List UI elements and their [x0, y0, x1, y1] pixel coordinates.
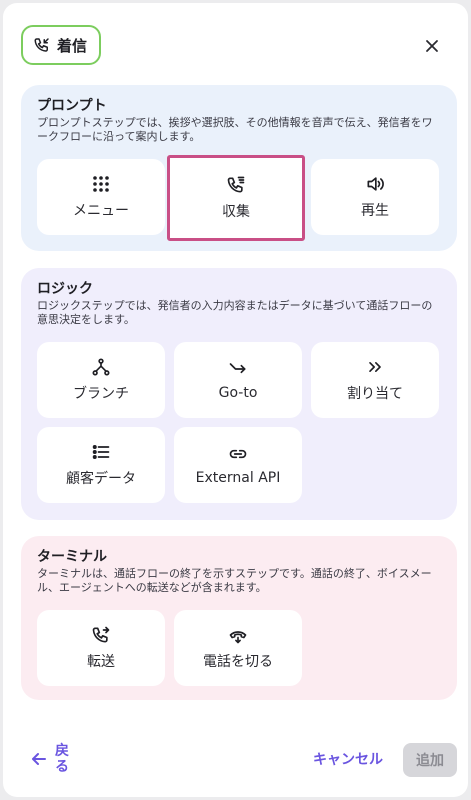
cancel-button[interactable]: キャンセル	[313, 749, 383, 769]
phone-collect-icon	[227, 176, 245, 193]
close-icon	[426, 40, 438, 52]
tile-branch[interactable]: ブランチ	[37, 342, 165, 418]
chip-label: 着信	[57, 36, 88, 55]
tile-label: Go-to	[218, 385, 258, 401]
logic-description: ロジックステップでは、発信者の入力内容またはデータに基づいて通話フローの意思決定…	[37, 299, 433, 326]
grid-dots-icon	[93, 176, 109, 192]
tile-goto[interactable]: Go-to	[174, 342, 302, 418]
prompt-section: プロンプト プロンプトステップでは、挨拶や選択肢、その他情報を音声で伝え、発信者…	[21, 85, 457, 251]
tile-label: ブランチ	[73, 386, 129, 402]
list-icon	[92, 444, 110, 460]
terminal-description: ターミナルは、通話フローの終了を示すステップです。通話の終了、ボイスメール、エー…	[37, 567, 432, 594]
speaker-icon	[367, 177, 384, 191]
double-chevron-right-icon	[369, 362, 381, 372]
tile-label: 電話を切る	[203, 654, 273, 670]
hang-up-icon	[229, 631, 247, 644]
logic-section: ロジック ロジックステップでは、発信者の入力内容またはデータに基づいて通話フロー…	[21, 268, 457, 520]
prompt-description: プロンプトステップでは、挨拶や選択肢、その他情報を音声で伝え、発信者をワークフロ…	[37, 116, 433, 143]
close-button[interactable]	[419, 33, 445, 59]
tile-label: 収集	[222, 204, 250, 220]
back-label: 戻る	[55, 743, 69, 775]
tile-label: 割り当て	[347, 386, 403, 402]
tile-label: External API	[195, 470, 281, 486]
terminal-title: ターミナル	[37, 549, 107, 565]
tile-play[interactable]: 再生	[311, 159, 439, 235]
arrow-left-icon	[32, 753, 46, 765]
tile-assign[interactable]: 割り当て	[311, 342, 439, 418]
phone-transfer-icon	[92, 626, 110, 643]
tile-collect[interactable]: 収集	[167, 155, 305, 241]
tile-label: 転送	[87, 654, 115, 670]
add-button[interactable]: 追加	[403, 743, 457, 777]
prompt-title: プロンプト	[37, 98, 107, 114]
back-button[interactable]: 戻る	[31, 743, 73, 775]
tile-external-api[interactable]: External API	[174, 427, 302, 503]
tile-hang-up[interactable]: 電話を切る	[174, 610, 302, 686]
logic-title: ロジック	[37, 281, 93, 297]
tile-label: 再生	[361, 203, 389, 219]
phone-incoming-icon	[34, 38, 49, 52]
link-icon	[229, 449, 247, 459]
branch-icon	[92, 358, 110, 376]
incoming-call-chip[interactable]: 着信	[21, 25, 102, 65]
tile-menu[interactable]: メニュー	[37, 159, 165, 235]
tile-label: メニュー	[73, 203, 129, 219]
add-step-dialog: 着信 プロンプト プロンプトステップでは、挨拶や選択肢、その他情報を音声で伝え、…	[3, 3, 468, 797]
tile-transfer[interactable]: 転送	[37, 610, 165, 686]
tile-customer-data[interactable]: 顧客データ	[37, 427, 165, 503]
goto-arrow-icon	[229, 363, 246, 374]
terminal-section: ターミナル ターミナルは、通話フローの終了を示すステップです。通話の終了、ボイス…	[21, 536, 457, 700]
tile-label: 顧客データ	[66, 471, 136, 487]
